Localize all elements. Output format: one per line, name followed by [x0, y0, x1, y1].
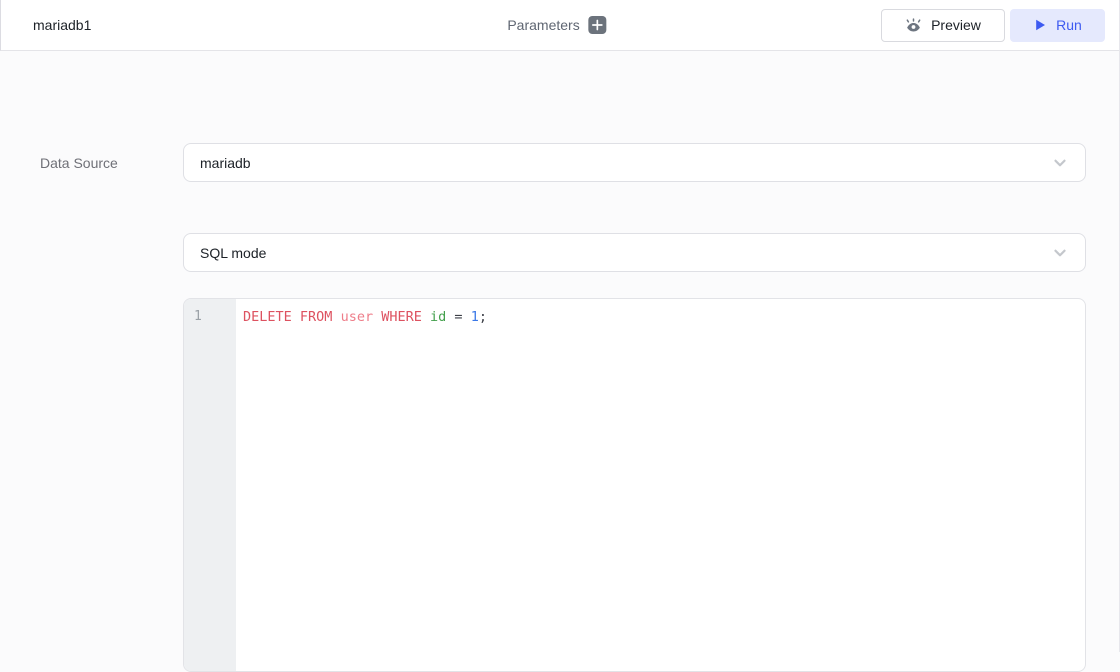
- data-source-select[interactable]: mariadb: [183, 143, 1086, 182]
- sql-token-table: user: [340, 309, 374, 325]
- add-parameter-button[interactable]: [588, 16, 607, 34]
- query-form: Data Source mariadb SQL mode 1 DELETE FR…: [0, 51, 1119, 672]
- sql-mode-select[interactable]: SQL mode: [183, 233, 1086, 272]
- eye-icon: [905, 17, 922, 34]
- play-icon: [1033, 18, 1047, 32]
- sql-token-number: 1: [470, 309, 479, 325]
- sql-token-keyword: DELETE: [243, 309, 292, 325]
- code-line: DELETE FROM user WHERE id = 1;: [243, 308, 1085, 326]
- query-title: mariadb1: [33, 17, 92, 33]
- sql-token-keyword: FROM: [299, 309, 333, 325]
- sql-editor[interactable]: 1 DELETE FROM user WHERE id = 1;: [183, 298, 1086, 672]
- run-button[interactable]: Run: [1010, 8, 1105, 42]
- parameters-label: Parameters: [507, 17, 580, 33]
- preview-button-label: Preview: [931, 17, 981, 33]
- run-button-label: Run: [1056, 17, 1082, 33]
- query-editor-panel: mariadb1 Parameters Preview Run Data Sou…: [0, 0, 1120, 672]
- header: mariadb1 Parameters Preview Run: [0, 0, 1119, 51]
- sql-token-operator: =: [454, 309, 463, 325]
- sql-token-keyword: WHERE: [381, 309, 422, 325]
- parameters-group: Parameters: [507, 16, 607, 34]
- plus-icon: [592, 19, 604, 31]
- editor-gutter: 1: [184, 299, 236, 671]
- data-source-value: mariadb: [200, 154, 251, 171]
- chevron-down-icon: [1051, 154, 1069, 172]
- preview-button[interactable]: Preview: [881, 8, 1005, 42]
- header-actions: Preview Run: [881, 8, 1105, 42]
- chevron-down-icon: [1051, 244, 1069, 262]
- sql-token-semicolon: ;: [478, 309, 487, 325]
- line-number: 1: [194, 309, 202, 324]
- sql-token-column: id: [430, 309, 447, 325]
- sql-mode-value: SQL mode: [200, 244, 267, 261]
- data-source-label: Data Source: [40, 154, 118, 171]
- editor-code-area[interactable]: DELETE FROM user WHERE id = 1;: [236, 299, 1085, 671]
